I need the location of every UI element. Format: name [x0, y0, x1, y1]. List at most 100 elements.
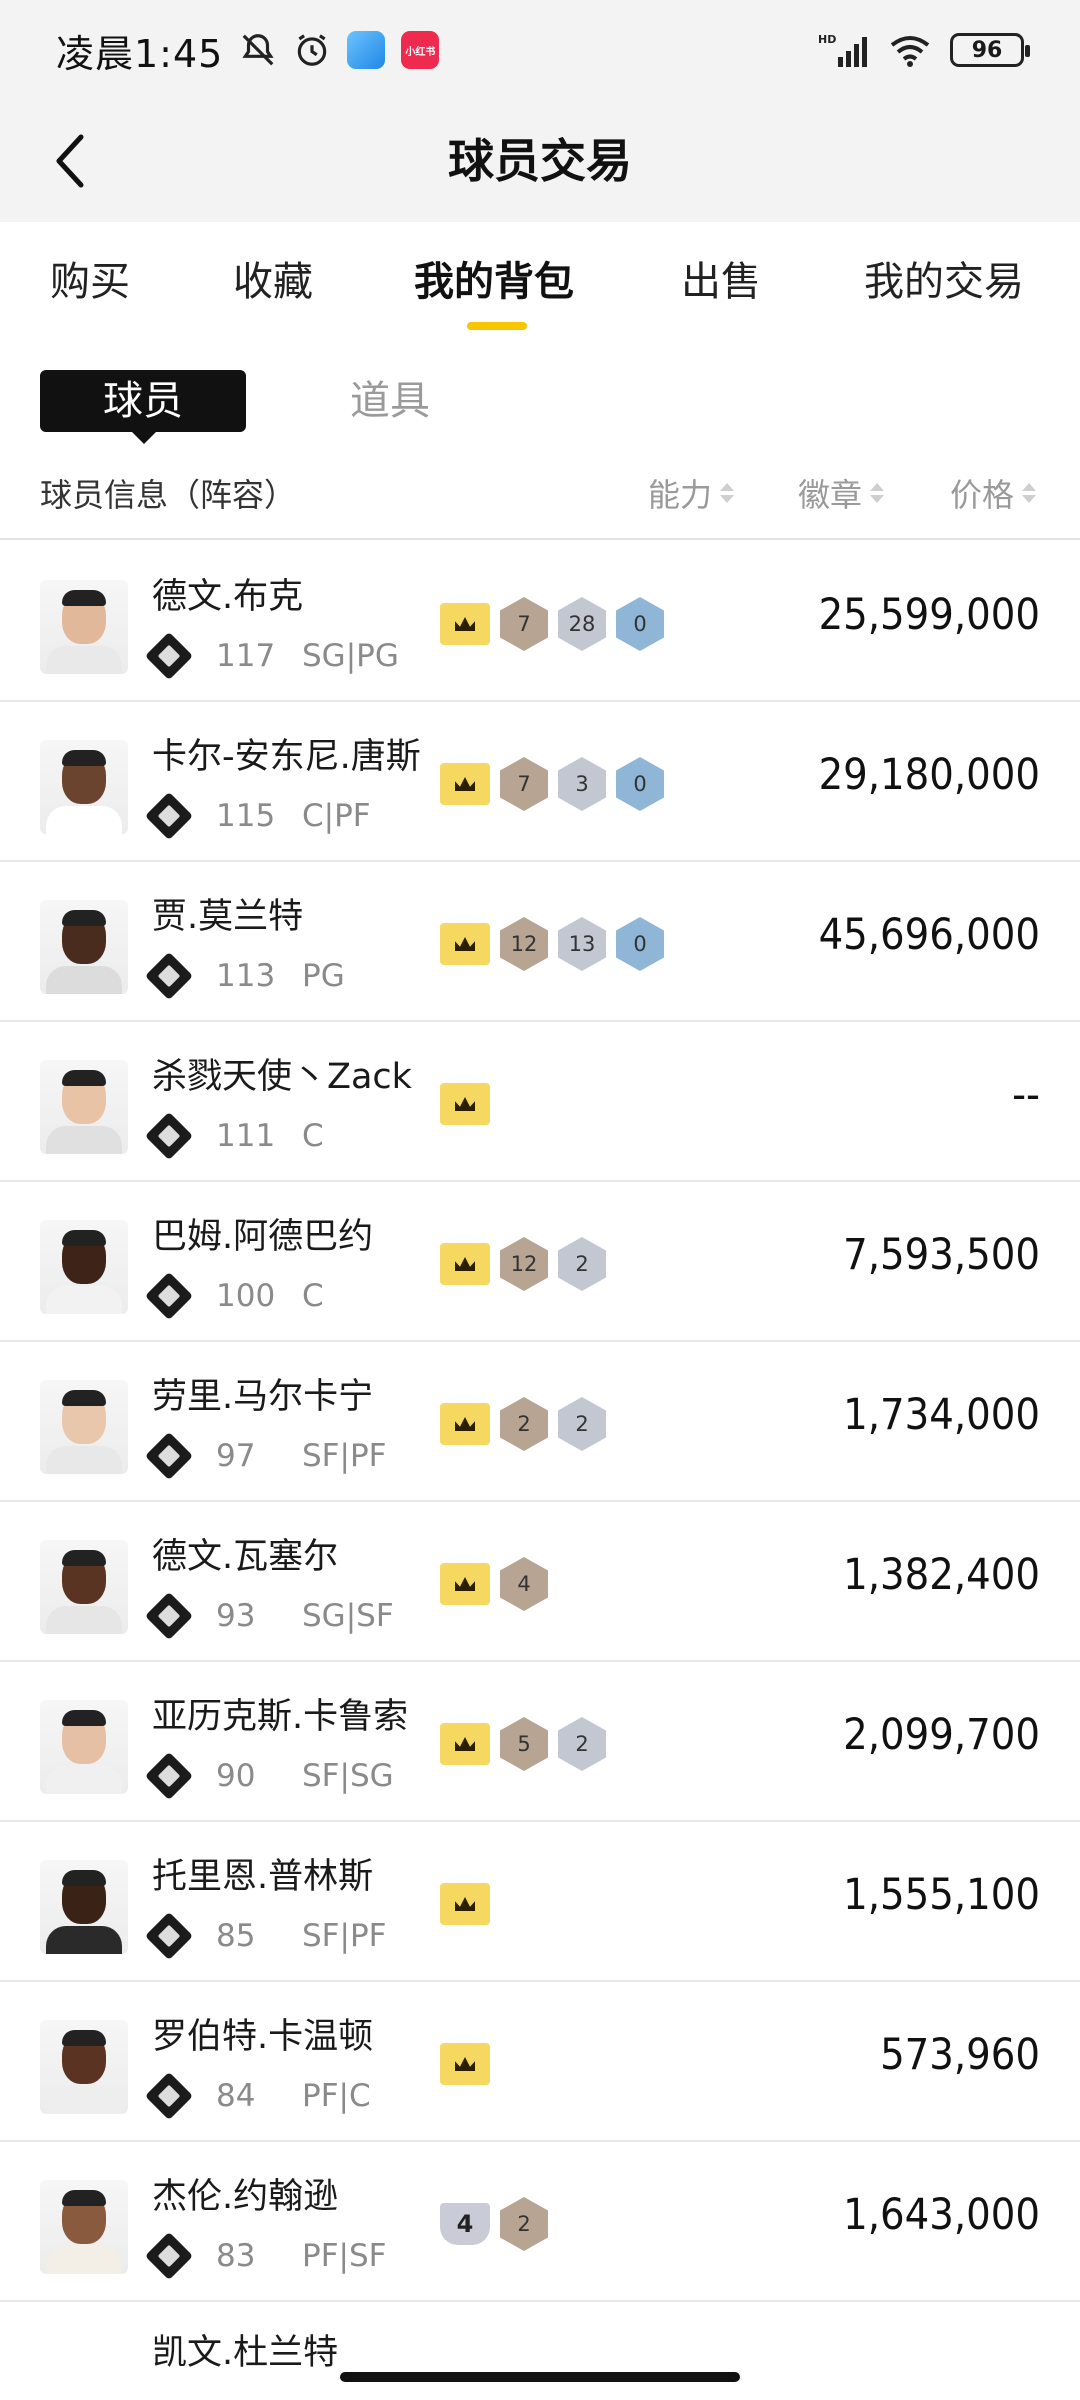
badge-count-icon: 7 — [500, 597, 548, 651]
back-arrow-icon — [56, 134, 84, 188]
player-row[interactable]: 杰伦.约翰逊 83 PF|SF 4 2 1,643,000 — [0, 2142, 1080, 2302]
badge-count-icon: 0 — [616, 597, 664, 651]
player-name: 德文.布克 — [152, 577, 304, 617]
player-price: 29,180,000 — [818, 750, 1040, 800]
player-price: 1,734,000 — [843, 1390, 1040, 1440]
weather-app-icon — [347, 31, 386, 69]
player-avatar — [40, 1860, 128, 1954]
player-row[interactable]: 杀戮天使丶Zack 111 C -- — [0, 1022, 1080, 1182]
player-row[interactable]: 巴姆.阿德巴约 100 C 12 2 7,593,500 — [0, 1182, 1080, 1342]
player-name: 卡尔-安东尼.唐斯 — [152, 737, 421, 777]
tab-buy[interactable]: 购买 — [50, 252, 130, 312]
badge-count-icon: 2 — [558, 1237, 606, 1291]
back-button[interactable] — [36, 126, 106, 196]
player-position: SF|PF — [302, 1438, 387, 1474]
player-name: 亚历克斯.卡鲁索 — [152, 1697, 409, 1737]
badge-count-icon: 5 — [500, 1717, 548, 1771]
sort-ability[interactable]: 能力 — [648, 470, 735, 516]
sort-price[interactable]: 价格 — [950, 470, 1037, 516]
badge-count-icon: 7 — [500, 757, 548, 811]
player-row[interactable]: 卡尔-安东尼.唐斯 115 C|PF 7 3 0 29,180,000 — [0, 702, 1080, 862]
sort-badge[interactable]: 徽章 — [798, 470, 885, 516]
tier-diamond-icon — [144, 631, 194, 681]
player-overall: 97 — [216, 1438, 256, 1474]
player-row[interactable]: 劳里.马尔卡宁 97 SF|PF 2 2 1,734,000 — [0, 1342, 1080, 1502]
crown-icon — [440, 1083, 490, 1125]
player-overall: 115 — [216, 798, 276, 834]
badge-count-icon: 2 — [558, 1397, 606, 1451]
badge-count-icon: 2 — [500, 1397, 548, 1451]
badge-count-icon: 0 — [616, 757, 664, 811]
player-avatar — [40, 1700, 128, 1794]
segment-items[interactable]: 道具 — [350, 370, 430, 432]
player-name: 巴姆.阿德巴约 — [152, 1217, 374, 1257]
player-overall: 85 — [216, 1918, 256, 1954]
player-price: 7,593,500 — [843, 1230, 1040, 1280]
player-name: 劳里.马尔卡宁 — [152, 1377, 374, 1417]
player-meta: 117 SG|PG — [144, 631, 399, 681]
sort-arrows-icon — [870, 483, 885, 503]
player-avatar — [40, 1540, 128, 1634]
wifi-icon — [890, 36, 930, 67]
column-player-info: 球员信息（阵容） — [40, 476, 297, 514]
tab-my-trades[interactable]: 我的交易 — [864, 252, 1024, 312]
tier-diamond-icon — [144, 1271, 194, 1321]
signal-icon: HD — [818, 33, 867, 67]
player-avatar — [40, 2180, 128, 2274]
status-left: 凌晨1:45 小红书 — [56, 23, 440, 78]
player-row[interactable]: 德文.布克 117 SG|PG 7 28 0 25,599,000 — [0, 542, 1080, 702]
player-row[interactable]: 托里恩.普林斯 85 SF|PF 1,555,100 — [0, 1822, 1080, 1982]
player-meta: 90 SF|SG — [144, 1751, 394, 1801]
tier-diamond-icon — [144, 2231, 194, 2281]
player-overall: 90 — [216, 1758, 256, 1794]
player-overall: 93 — [216, 1598, 256, 1634]
sort-price-label: 价格 — [950, 476, 1015, 514]
tab-my-backpack[interactable]: 我的背包 — [414, 252, 574, 312]
tier-diamond-icon — [144, 951, 194, 1001]
app-screen: 凌晨1:45 小红书 HD 96 球员交易 购买 收藏 我的背包 出售 我的交易… — [0, 0, 1080, 2400]
tier-diamond-icon — [144, 1911, 194, 1961]
page-title: 球员交易 — [448, 134, 632, 188]
player-meta: 84 PF|C — [144, 2071, 371, 2121]
tab-favorites[interactable]: 收藏 — [233, 252, 313, 312]
player-row[interactable]: 亚历克斯.卡鲁索 90 SF|SG 5 2 2,099,700 — [0, 1662, 1080, 1822]
tier-diamond-icon — [144, 1431, 194, 1481]
badge-count-icon: 0 — [616, 917, 664, 971]
player-overall: 84 — [216, 2078, 256, 2114]
player-avatar — [40, 740, 128, 834]
tab-sell[interactable]: 出售 — [681, 252, 761, 312]
player-price: 1,382,400 — [843, 1550, 1040, 1600]
column-header: 球员信息（阵容） 能力 徽章 价格 — [0, 460, 1080, 540]
status-bar: 凌晨1:45 小红书 HD 96 — [0, 0, 1080, 100]
player-row[interactable]: 德文.瓦塞尔 93 SG|SF 4 1,382,400 — [0, 1502, 1080, 1662]
tier-diamond-icon — [144, 1111, 194, 1161]
badge-group: 4 — [440, 1557, 548, 1611]
sort-arrows-icon — [720, 483, 735, 503]
player-price: 1,555,100 — [843, 1870, 1040, 1920]
player-row[interactable]: 贾.莫兰特 113 PG 12 13 0 45,696,000 — [0, 862, 1080, 1022]
player-position: SG|PG — [302, 638, 399, 674]
status-right: HD 96 — [818, 31, 1030, 69]
badge-count-icon: 12 — [500, 917, 548, 971]
tab-bar: 购买 收藏 我的背包 出售 我的交易 — [0, 222, 1080, 342]
player-avatar — [40, 900, 128, 994]
battery-indicator: 96 — [950, 33, 1030, 67]
badge-group: 22 — [440, 1397, 606, 1451]
crown-icon — [440, 1243, 490, 1285]
badge-group: 7 28 0 — [440, 597, 664, 651]
player-meta: 97 SF|PF — [144, 1431, 387, 1481]
player-position: PF|C — [302, 2078, 371, 2114]
svg-text:HD: HD — [818, 33, 836, 46]
player-overall: 117 — [216, 638, 276, 674]
tier-diamond-icon — [144, 1591, 194, 1641]
segment-players[interactable]: 球员 — [40, 370, 246, 444]
badge-count-icon: 12 — [500, 1237, 548, 1291]
badge-group — [440, 1078, 490, 1130]
player-name: 托里恩.普林斯 — [152, 1857, 374, 1897]
status-time: 凌晨1:45 — [56, 31, 224, 76]
player-row[interactable]: 罗伯特.卡温顿 84 PF|C 573,960 — [0, 1982, 1080, 2142]
badge-group: 12 13 0 — [440, 917, 664, 971]
player-name: 罗伯特.卡温顿 — [152, 2017, 374, 2057]
player-meta: 83 PF|SF — [144, 2231, 386, 2281]
player-meta: 85 SF|PF — [144, 1911, 386, 1961]
